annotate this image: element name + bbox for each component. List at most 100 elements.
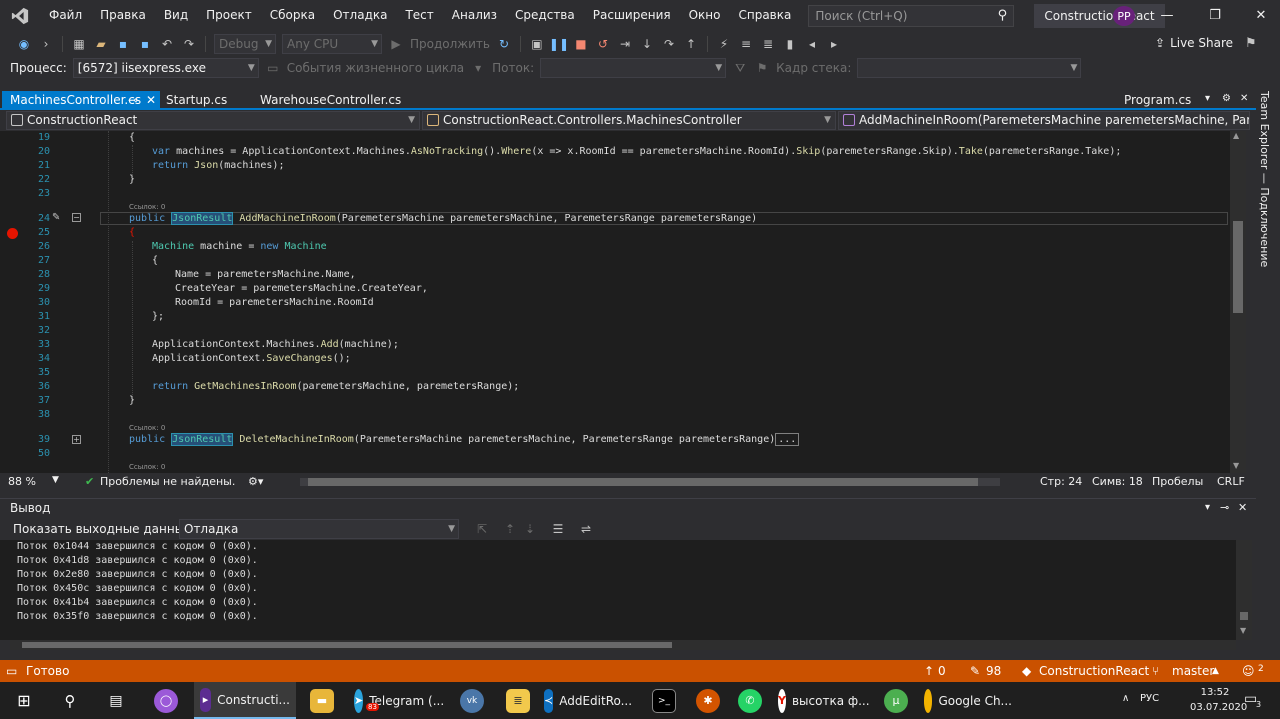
close-icon[interactable]: ✕	[1238, 501, 1247, 514]
pin-icon[interactable]: ⊸	[128, 91, 138, 109]
whitespace-indicator[interactable]: Пробелы	[1152, 475, 1203, 488]
menu-analyze[interactable]: Анализ	[443, 0, 506, 31]
taskbar-telegram[interactable]: ➤ 83 Telegram (...	[348, 682, 448, 719]
notification-icon[interactable]: ☺	[1242, 664, 1255, 678]
taskbar-search-button[interactable]: ⚲	[52, 682, 88, 719]
unpushed-count[interactable]: 0	[938, 664, 946, 678]
undo-icon[interactable]: ↶	[159, 36, 175, 52]
tray-overflow-icon[interactable]: ∧	[1122, 693, 1129, 704]
save-icon[interactable]: ▪	[115, 36, 131, 52]
continue-button[interactable]: Продолжить	[410, 37, 490, 51]
output-horizontal-scrollbar[interactable]	[10, 640, 1236, 650]
menu-file[interactable]: Файл	[40, 0, 91, 31]
tab-machines-controller[interactable]: MachinesController.cs ⊸ ✕	[2, 91, 160, 109]
menu-project[interactable]: Проект	[197, 0, 261, 31]
scrollbar-thumb[interactable]	[22, 642, 672, 648]
filter-icon[interactable]: ⛛	[732, 60, 748, 76]
line-indicator[interactable]: Стр: 24	[1040, 475, 1082, 488]
code-cleanup-icon[interactable]: ⚙▾	[248, 475, 263, 488]
team-explorer-side-tab[interactable]: Team Explorer — Подключение	[1256, 91, 1280, 491]
forward-icon[interactable]: ›	[38, 36, 54, 52]
collapse-icon[interactable]: −	[72, 213, 81, 222]
comment-icon[interactable]: ≡	[738, 36, 754, 52]
menu-edit[interactable]: Правка	[91, 0, 155, 31]
taskbar-terminal[interactable]: >_	[646, 682, 682, 719]
bookmark-next-icon[interactable]: ▸	[826, 36, 842, 52]
expand-icon[interactable]: +	[72, 435, 81, 444]
taskbar-whatsapp[interactable]: ✆	[732, 682, 768, 719]
scrollbar-thumb[interactable]	[1233, 221, 1243, 313]
tab-program[interactable]: Program.cs	[1116, 91, 1199, 109]
taskbar-utorrent[interactable]: µ	[878, 682, 914, 719]
problems-status[interactable]: Проблемы не найдены.	[100, 475, 235, 488]
menu-build[interactable]: Сборка	[261, 0, 324, 31]
editor-gutter[interactable]: ✎ − +	[0, 131, 100, 473]
taskbar-git-tool[interactable]: ✱	[690, 682, 726, 719]
restart-icon[interactable]: ↺	[595, 36, 611, 52]
live-share-button[interactable]: ⇪ Live Share	[1155, 36, 1233, 50]
line-ending-indicator[interactable]: CRLF	[1217, 475, 1245, 488]
close-icon[interactable]: ✕	[1238, 0, 1280, 31]
refresh-icon[interactable]: ↻	[496, 36, 512, 52]
maximize-icon[interactable]: ❐	[1192, 0, 1238, 31]
project-select[interactable]: ConstructionReact ▼	[6, 111, 420, 130]
save-all-icon[interactable]: ▪	[137, 36, 153, 52]
taskbar-visual-studio[interactable]: ▸ Constructi...	[194, 682, 296, 719]
open-folder-icon[interactable]: ▰	[93, 36, 109, 52]
step-over-icon[interactable]: ↷	[661, 36, 677, 52]
code-editor[interactable]: ✎ − + 19 20 21 22 23 24 25 26 27 28 29 3…	[0, 131, 1230, 473]
avatar[interactable]: PP	[1113, 6, 1135, 26]
minimize-icon[interactable]: —	[1144, 0, 1190, 31]
lifecycle-events-button[interactable]: События жизненного цикла	[287, 61, 464, 75]
taskbar-vk[interactable]: vk	[454, 682, 490, 719]
collapsed-region[interactable]: ...	[775, 433, 800, 446]
changes-count[interactable]: 98	[986, 664, 1001, 678]
screenshot-icon[interactable]: ▣	[529, 36, 545, 52]
scroll-up-icon[interactable]: ▲	[1233, 131, 1239, 140]
bookmark-icon[interactable]: ▮	[782, 36, 798, 52]
close-icon[interactable]: ✕	[1240, 93, 1248, 104]
platform-select[interactable]: Any CPU ▼	[282, 33, 382, 54]
search-input[interactable]: Поиск (Ctrl+Q) ⚲	[808, 4, 1015, 27]
pin-icon[interactable]: ⊸	[1220, 501, 1229, 514]
menu-tools[interactable]: Средства	[506, 0, 584, 31]
flag-icon[interactable]: ⚑	[754, 60, 770, 76]
scroll-down-icon[interactable]: ▼	[1240, 626, 1246, 635]
stack-frame-select[interactable]: ▼	[857, 58, 1082, 78]
chevron-down-icon[interactable]: ▾	[470, 60, 486, 76]
member-select[interactable]: AddMachineInRoom(ParemetersMachine parem…	[838, 111, 1250, 130]
scroll-down-icon[interactable]: ▼	[1233, 461, 1239, 470]
chevron-down-icon[interactable]: ▾	[1205, 502, 1210, 513]
show-next-statement-icon[interactable]: ⇥	[617, 36, 633, 52]
output-source-select[interactable]: Отладка ▼	[179, 519, 459, 539]
close-tab-icon[interactable]: ✕	[146, 91, 156, 109]
menu-test[interactable]: Тест	[396, 0, 442, 31]
scrollbar-thumb[interactable]	[1240, 612, 1248, 620]
taskbar-yandex[interactable]: Y высотка ф...	[772, 682, 872, 719]
back-icon[interactable]: ◉	[16, 36, 32, 52]
breakpoint-icon[interactable]	[7, 228, 18, 239]
branch-name[interactable]: master	[1172, 664, 1214, 678]
taskbar-vscode[interactable]: ≺ AddEditRo...	[538, 682, 638, 719]
class-select[interactable]: ConstructionReact.Controllers.MachinesCo…	[422, 111, 836, 130]
output-vertical-scrollbar[interactable]: ▼	[1236, 540, 1252, 640]
zoom-select[interactable]: 88 %	[8, 475, 36, 488]
word-wrap-icon[interactable]: ⇌	[578, 521, 594, 537]
uncomment-icon[interactable]: ≣	[760, 36, 776, 52]
search-icon[interactable]: ⚲	[991, 8, 1013, 23]
settings-icon[interactable]: ⚙	[1222, 93, 1231, 104]
thread-select[interactable]: ▼	[540, 58, 727, 78]
chevron-down-icon[interactable]: ▼	[52, 475, 59, 485]
edit-pencil-icon[interactable]: ✎	[52, 212, 60, 223]
chevron-up-icon[interactable]: ▲	[1212, 666, 1219, 676]
tab-startup[interactable]: Startup.cs	[158, 91, 235, 109]
codelens-references[interactable]: Ссылок: 0	[129, 463, 165, 471]
codelens-references[interactable]: Ссылок: 0	[129, 203, 165, 211]
menu-extensions[interactable]: Расширения	[584, 0, 680, 31]
bookmark-prev-icon[interactable]: ◂	[804, 36, 820, 52]
step-into-icon[interactable]: ↓	[639, 36, 655, 52]
taskbar-chrome[interactable]: Google Ch...	[918, 682, 1018, 719]
step-out-icon[interactable]: ↑	[683, 36, 699, 52]
tab-list-icon[interactable]: ▾	[1205, 93, 1210, 104]
editor-horizontal-scrollbar[interactable]	[300, 478, 1000, 486]
